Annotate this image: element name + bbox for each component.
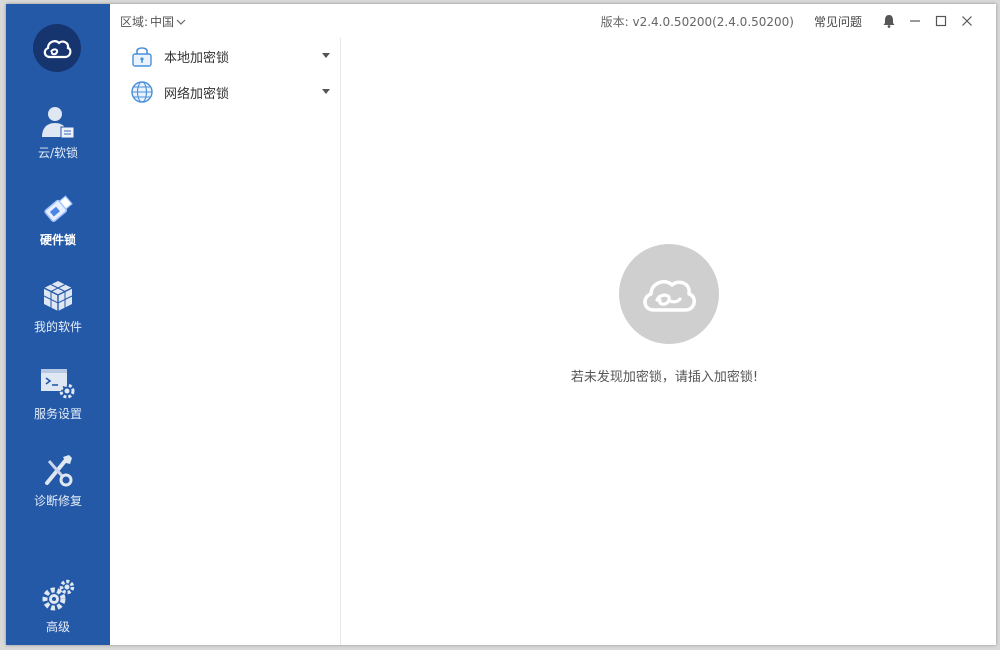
sidebar-item-label: 我的软件 (33, 320, 82, 334)
close-button[interactable] (958, 12, 976, 30)
sidebar-item-hardware-lock[interactable]: 硬件锁 (6, 189, 110, 269)
app-window: 云/软锁 硬件锁 我的软件 服务设置 诊断修复 高级 区域: 中国 版本: v2… (6, 4, 996, 645)
tree-item-local-lock[interactable]: 本地加密锁 (110, 38, 340, 74)
cloud-logo-icon (43, 40, 72, 59)
cubes-icon (38, 276, 78, 316)
sidebar: 云/软锁 硬件锁 我的软件 服务设置 诊断修复 高级 (6, 4, 110, 645)
version-text: 版本: v2.4.0.50200(2.4.0.50200) (600, 15, 794, 29)
app-logo (33, 24, 81, 72)
minimize-icon (910, 20, 920, 22)
faq-link[interactable]: 常见问题 (814, 13, 862, 30)
sidebar-item-my-software[interactable]: 我的软件 (6, 276, 110, 356)
bell-icon (883, 15, 895, 28)
sidebar-item-label: 硬件锁 (39, 233, 76, 247)
usb-key-icon (38, 189, 78, 229)
maximize-icon (935, 15, 947, 27)
wrench-screwdriver-icon (38, 450, 78, 490)
maximize-button[interactable] (932, 12, 950, 30)
region-label: 区域: (120, 15, 149, 29)
tree-item-network-lock[interactable]: 网络加密锁 (110, 74, 340, 110)
padlock-icon (130, 44, 154, 68)
globe-icon (130, 80, 154, 104)
expand-arrow-icon[interactable] (322, 53, 330, 58)
minimize-button[interactable] (906, 12, 924, 30)
region-value: 中国 (150, 15, 175, 29)
main-content: 若未发现加密锁，请插入加密锁! (341, 38, 996, 645)
sidebar-item-advanced[interactable]: 高级 (6, 576, 110, 645)
expand-arrow-icon[interactable] (322, 89, 330, 94)
user-card-icon (38, 102, 78, 142)
lock-tree-panel: 本地加密锁 网络加密锁 (110, 38, 341, 645)
empty-state-message: 若未发现加密锁，请插入加密锁! (341, 366, 996, 385)
empty-message-text: 若未发现加密锁，请插入加密锁! (570, 370, 759, 385)
title-bar: 区域: 中国 版本: v2.4.0.50200(2.4.0.50200) 常见问… (110, 4, 996, 38)
chevron-down-icon (176, 19, 186, 25)
empty-state-cloud-icon (619, 244, 719, 344)
sidebar-item-service-settings[interactable]: 服务设置 (6, 363, 110, 443)
sidebar-item-label: 服务设置 (33, 407, 82, 421)
sidebar-item-label: 高级 (45, 620, 70, 634)
notification-button[interactable] (880, 12, 898, 30)
close-icon (962, 16, 972, 26)
tree-item-label: 本地加密锁 (164, 50, 230, 66)
sidebar-item-label: 诊断修复 (33, 494, 82, 508)
gears-icon (38, 576, 78, 616)
sidebar-item-diagnose-repair[interactable]: 诊断修复 (6, 450, 110, 530)
sidebar-item-cloud-soft-lock[interactable]: 云/软锁 (6, 102, 110, 182)
tree-item-label: 网络加密锁 (164, 86, 230, 102)
sidebar-item-label: 云/软锁 (37, 146, 79, 160)
region-selector[interactable]: 区域: 中国 (120, 13, 186, 30)
terminal-gear-icon (38, 363, 78, 403)
